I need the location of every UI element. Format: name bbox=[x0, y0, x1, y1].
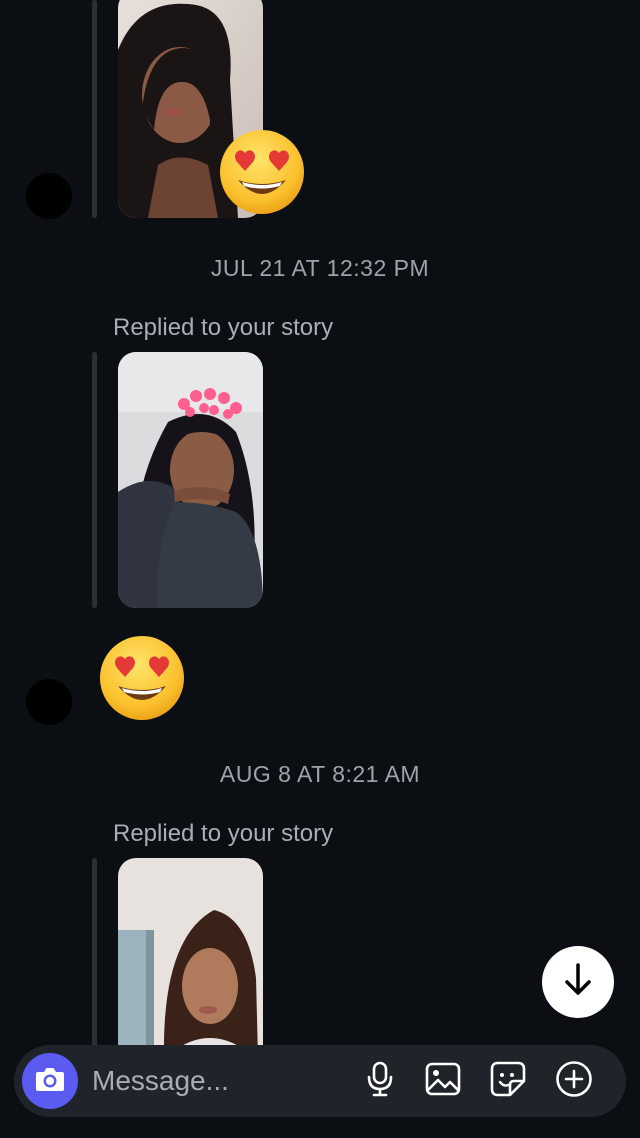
plus-icon bbox=[555, 1060, 593, 1103]
message-composer bbox=[14, 1045, 626, 1117]
sticker-icon bbox=[490, 1061, 526, 1102]
replied-to-story-label: Replied to your story bbox=[113, 820, 334, 847]
avatar[interactable] bbox=[26, 173, 72, 219]
more-options-button[interactable] bbox=[552, 1059, 596, 1103]
reply-quote-line bbox=[92, 352, 97, 608]
dm-thread-screen: JUL 21 AT 12:32 PM Replied to your story bbox=[0, 0, 640, 1138]
message-timestamp: AUG 8 AT 8:21 AM bbox=[219, 761, 421, 787]
scroll-to-bottom-button[interactable] bbox=[542, 946, 614, 1018]
story-thumbnail[interactable] bbox=[118, 352, 263, 608]
sticker-button[interactable] bbox=[486, 1059, 530, 1103]
reply-quote-line bbox=[92, 0, 97, 218]
microphone-button[interactable] bbox=[358, 1059, 402, 1103]
arrow-down-icon bbox=[562, 962, 594, 1003]
story-thumbnail[interactable] bbox=[118, 858, 263, 1058]
gallery-button[interactable] bbox=[421, 1059, 465, 1103]
camera-button[interactable] bbox=[22, 1053, 78, 1109]
avatar[interactable] bbox=[26, 679, 72, 725]
gallery-icon bbox=[425, 1062, 461, 1101]
message-timestamp: JUL 21 AT 12:32 PM bbox=[210, 255, 430, 281]
message-input[interactable] bbox=[92, 1059, 342, 1103]
heart-eyes-emoji bbox=[218, 128, 306, 216]
reply-quote-line bbox=[92, 858, 97, 1048]
replied-to-story-label: Replied to your story bbox=[113, 314, 334, 341]
microphone-icon bbox=[365, 1061, 395, 1102]
heart-eyes-emoji bbox=[98, 634, 186, 722]
camera-icon bbox=[34, 1065, 66, 1098]
